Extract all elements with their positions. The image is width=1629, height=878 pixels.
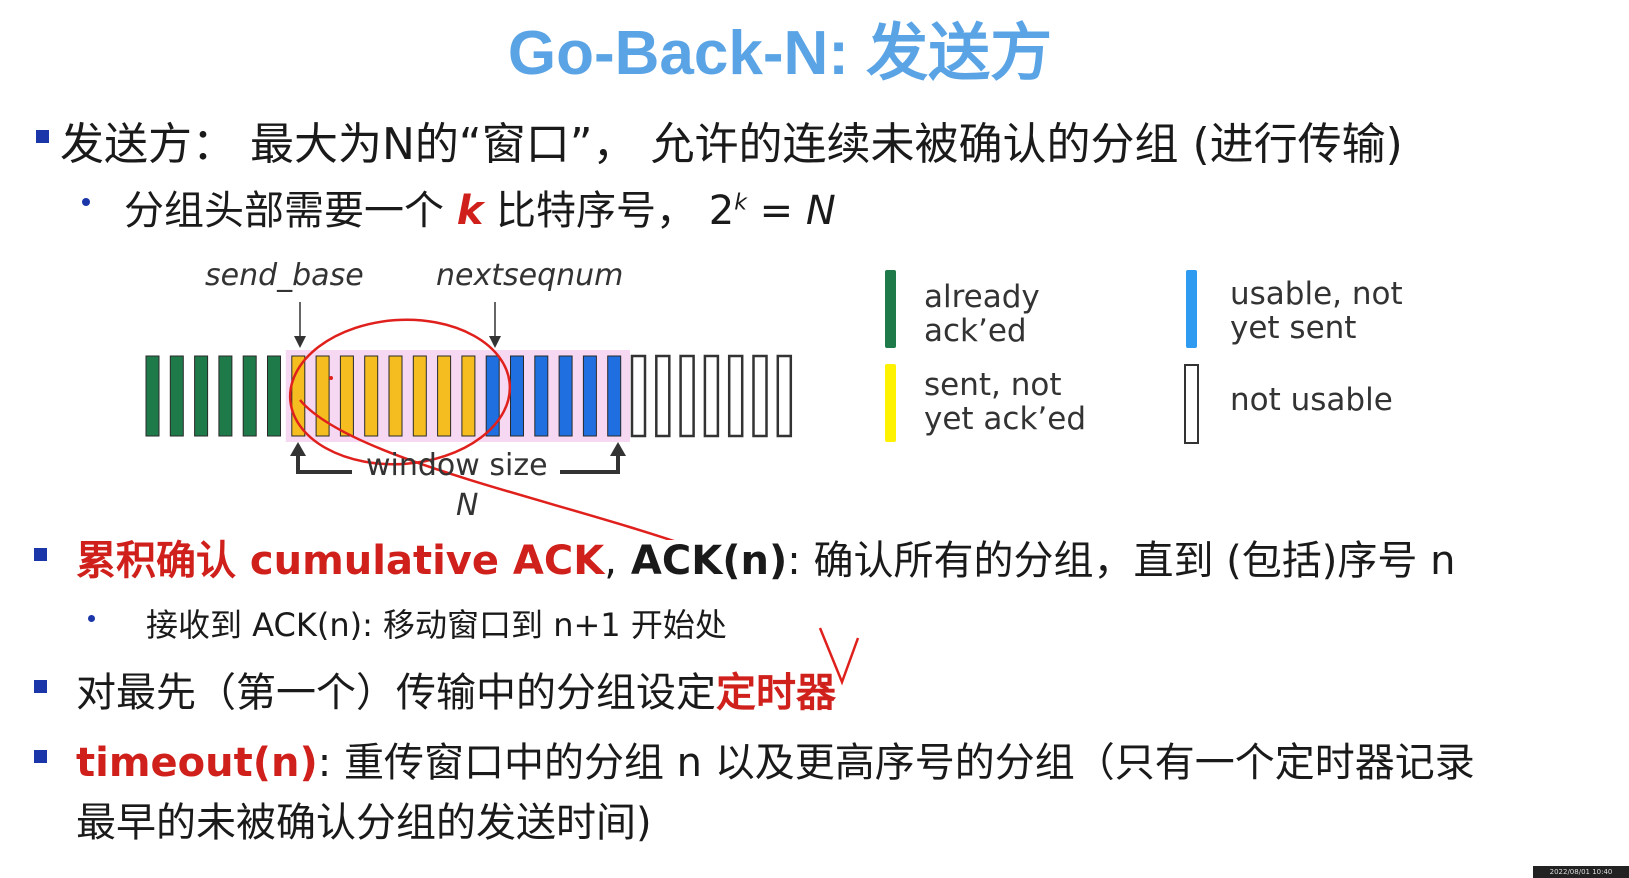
segment-sent-not-acked (364, 355, 379, 437)
segment-usable (558, 355, 573, 437)
receive-ack-sub-bullet: 接收到 ACK(n): 移动窗口到 n+1 开始处 (146, 606, 727, 644)
timeout-label: timeout(n) (76, 740, 318, 786)
window-n-label: N (456, 488, 479, 523)
segment-usable (534, 355, 549, 437)
segment-acked (267, 355, 281, 437)
legend-swatch-sent (885, 364, 896, 442)
k-exponent: k (734, 190, 747, 216)
segment-sent-not-acked (339, 355, 354, 437)
timer-bullet: 对最先（第一个）传输中的分组设定定时器 (76, 660, 836, 718)
sub-bullet-marker (88, 615, 95, 622)
bullet-marker (36, 130, 49, 143)
legend-usable-not-sent: usable, not yet sent (1230, 276, 1403, 346)
sender-window-bullet: 发送方： 最大为N的“窗口”， 允许的连续未被确认的分组 (进行传输) (60, 119, 1403, 170)
sub-bullet-marker (82, 198, 90, 206)
sequence-number-space (145, 350, 793, 442)
legend-swatch-usable (1186, 270, 1197, 348)
segment-acked (145, 355, 160, 437)
legend-not-usable: not usable (1230, 382, 1393, 418)
legend-swatch-not-usable (1184, 364, 1199, 444)
k-variable: k (456, 188, 484, 234)
segment-sent-not-acked (461, 355, 476, 437)
window-bracket-left-head (290, 442, 306, 456)
segment-acked (169, 355, 184, 437)
segment-sent-not-acked (315, 355, 330, 437)
sequence-number-sub-bullet: 分组头部需要一个 k 比特序号， 2k = N (124, 178, 836, 236)
segment-acked (194, 355, 209, 437)
timeout-bullet: timeout(n): 重传窗口中的分组 n 以及更高序号的分组（只有一个定时器… (76, 730, 1475, 788)
cumulative-ack-label: 累积确认 cumulative ACK (76, 538, 605, 584)
slide-title: Go-Back-N: 发送方 (507, 19, 1053, 88)
cumulative-ack-bullet: 累积确认 cumulative ACK, ACK(n): 确认所有的分组，直到 … (76, 528, 1455, 586)
segment-not-usable (655, 354, 671, 438)
window-bracket-left (296, 450, 352, 474)
segment-not-usable (679, 354, 695, 438)
timeout-text: : 重传窗口中的分组 n 以及更高序号的分组（只有一个定时器记录 (317, 740, 1475, 786)
timestamp-stamp: 2022/08/01 10:40 (1533, 866, 1629, 878)
window-size-label: window size (366, 448, 548, 483)
annotation-dot (329, 376, 333, 380)
cumulative-ack-text: : 确认所有的分组，直到 (包括)序号 n (787, 538, 1456, 584)
bullet-marker (34, 680, 47, 693)
bullet-marker (34, 548, 47, 561)
segment-sent-not-acked (437, 355, 452, 437)
cumulative-ack-comma: , (604, 538, 617, 584)
timer-label: 定时器 (716, 670, 836, 716)
send-base-label: send_base (205, 258, 364, 293)
segment-usable (607, 355, 622, 437)
segment-acked (218, 355, 233, 437)
seq-mid: 比特序号， 2 (483, 188, 735, 234)
seq-prefix: 分组头部需要一个 (124, 188, 457, 234)
legend-swatch-acked (885, 270, 896, 348)
window-bracket-right (560, 450, 620, 474)
seq-suffix: = N (746, 188, 836, 234)
legend-already-acked: already ack’ed (924, 279, 1040, 349)
segment-not-usable (630, 354, 647, 438)
legend-sent-not-acked: sent, not yet ack’ed (924, 367, 1087, 437)
segment-not-usable (727, 354, 744, 438)
segment-sent-not-acked (412, 355, 427, 437)
window-bracket-right-head (610, 442, 626, 456)
ack-n-label: ACK(n) (616, 538, 788, 584)
segment-not-usable (776, 354, 793, 438)
bullet-marker (34, 750, 47, 763)
segment-not-usable (703, 354, 720, 438)
segment-usable (510, 355, 524, 437)
segment-sent-not-acked (388, 355, 403, 437)
send-base-arrowhead (294, 336, 306, 348)
nextseqnum-label: nextseqnum (436, 258, 624, 293)
segment-usable (485, 355, 500, 437)
timer-text: 对最先（第一个）传输中的分组设定 (76, 670, 716, 716)
segment-acked (242, 355, 257, 437)
timeout-text-continued: 最早的未被确认分组的发送时间) (76, 800, 652, 846)
segment-usable (582, 355, 597, 437)
segment-not-usable (752, 354, 768, 438)
